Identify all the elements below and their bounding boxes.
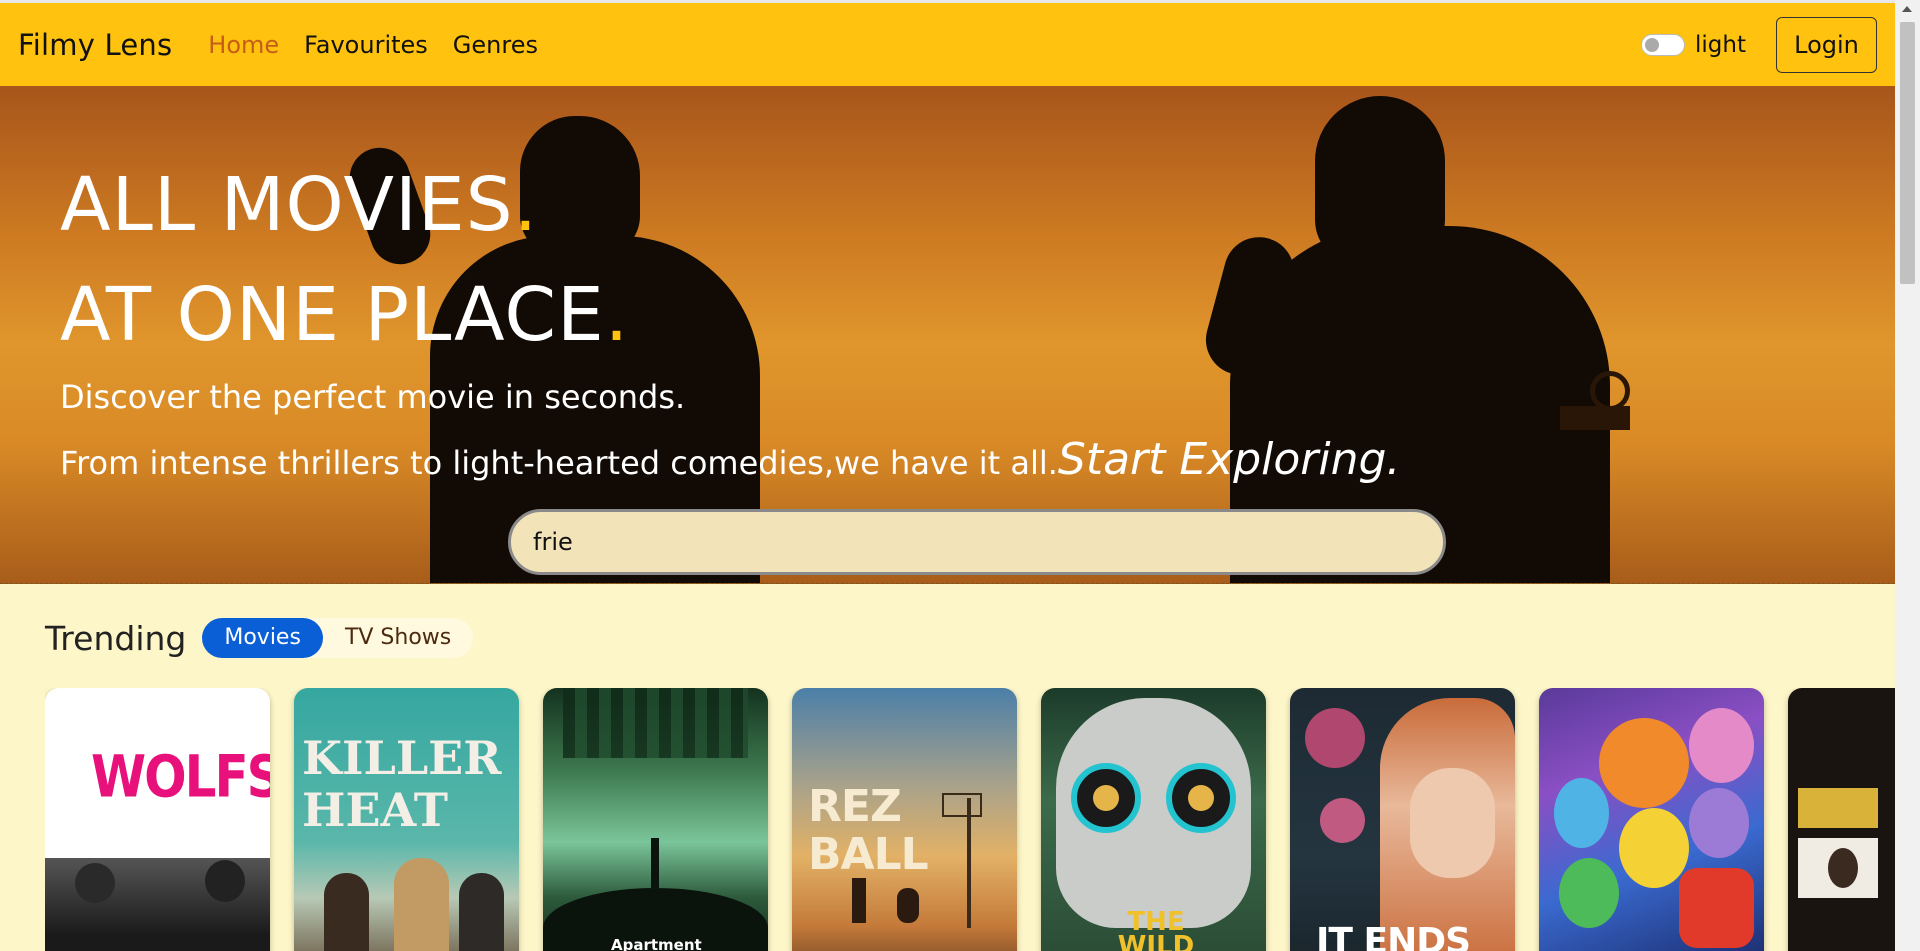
start-exploring-text: Start Exploring. xyxy=(1057,434,1401,485)
poster-card[interactable]: KILLER HEAT xyxy=(294,688,519,951)
scroll-up-arrow-icon[interactable] xyxy=(1902,6,1912,12)
nav-right: light Login xyxy=(1641,16,1895,73)
poster-card[interactable] xyxy=(1539,688,1764,951)
theme-toggle[interactable] xyxy=(1641,33,1686,56)
trending-tabs: Movies TV Shows xyxy=(202,618,474,658)
hero-subtitle-2: From intense thrillers to light-hearted … xyxy=(60,434,1401,485)
nav-genres-link[interactable]: Genres xyxy=(453,31,538,59)
nav-home-link[interactable]: Home xyxy=(208,31,279,59)
poster-card[interactable]: WOLFS xyxy=(45,688,270,951)
login-button[interactable]: Login xyxy=(1776,16,1877,73)
scrollbar-thumb[interactable] xyxy=(1900,22,1915,284)
hero-subtitle-1: Discover the perfect movie in seconds. xyxy=(60,378,686,416)
poster-card[interactable]: IT ENDS xyxy=(1290,688,1515,951)
search-input[interactable] xyxy=(508,509,1446,575)
poster-card[interactable]: REZ BALL xyxy=(792,688,1017,951)
poster-card[interactable] xyxy=(1788,688,1895,951)
poster-card[interactable]: THE WILD xyxy=(1041,688,1266,951)
toggle-knob xyxy=(1645,37,1660,52)
hero-banner: ALL MOVIES. AT ONE PLACE. Discover the p… xyxy=(0,86,1895,584)
trending-header: Trending Movies TV Shows xyxy=(45,618,474,658)
brand-logo[interactable]: Filmy Lens xyxy=(18,28,172,62)
trending-title: Trending xyxy=(45,618,187,658)
tab-movies[interactable]: Movies xyxy=(202,618,323,658)
hero-headline-1: ALL MOVIES. xyxy=(60,162,539,248)
theme-label: light xyxy=(1695,31,1746,58)
hero-headline-2: AT ONE PLACE. xyxy=(60,272,630,358)
nav-favourites-link[interactable]: Favourites xyxy=(304,31,428,59)
trending-carousel: WOLFS KILLER HEAT Apartment REZ BALL THE… xyxy=(45,688,1895,951)
hero-text: ALL MOVIES. AT ONE PLACE. Discover the p… xyxy=(60,150,1400,485)
navbar: Filmy Lens Home Favourites Genres light … xyxy=(0,0,1895,86)
page-scrollbar[interactable] xyxy=(1895,0,1920,951)
tab-tv-shows[interactable]: TV Shows xyxy=(323,618,473,658)
poster-card[interactable]: Apartment xyxy=(543,688,768,951)
